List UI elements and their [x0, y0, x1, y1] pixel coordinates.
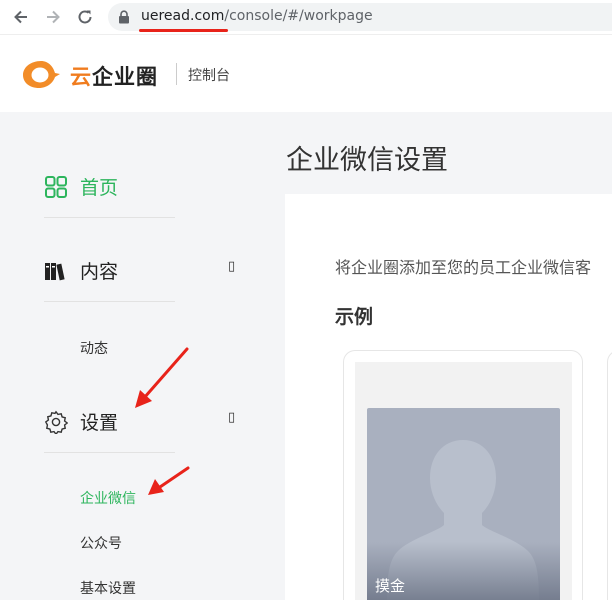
description-text: 将企业圈添加至您的员工企业微信客	[335, 258, 592, 277]
example-name: 摸金	[375, 577, 406, 595]
sidebar-item-label: 内容	[80, 261, 119, 283]
logo[interactable]	[20, 57, 62, 95]
example-phone-card: 摸金	[343, 350, 583, 600]
sidebar-item-label: 首页	[80, 177, 119, 199]
content-card: 将企业圈添加至您的员工企业微信客 示例 摸金	[285, 194, 612, 600]
expand-icon[interactable]: ▯	[228, 259, 235, 274]
sidebar-item-content[interactable]: 内容 ▯	[44, 257, 244, 284]
phone-screen: 摸金	[355, 362, 572, 600]
example-phone-card-2	[607, 350, 612, 600]
back-button[interactable]	[10, 6, 32, 28]
sidebar-divider	[44, 452, 175, 453]
url-path: /console/#/workpage	[224, 8, 373, 24]
page-title: 企业微信设置	[286, 145, 448, 176]
logo-swirl-icon	[23, 61, 60, 88]
expand-icon[interactable]: ▯	[228, 410, 235, 425]
sidebar-item-home[interactable]: 首页	[44, 173, 244, 200]
sidebar: 首页 内容 ▯ 动态 设置 ▯ 企业微信 公众号 基本设置	[0, 112, 270, 600]
logo-first-char: 云	[70, 65, 92, 89]
logo-text: 云企业圈	[70, 61, 158, 91]
address-bar[interactable]: ueread.com/console/#/workpage	[108, 3, 612, 31]
books-icon	[45, 262, 65, 280]
sidebar-item-settings[interactable]: 设置 ▯	[44, 408, 244, 435]
browser-toolbar: ueread.com/console/#/workpage	[0, 0, 612, 34]
sidebar-subitem-basic-settings[interactable]: 基本设置	[80, 578, 136, 598]
console-label: 控制台	[188, 68, 230, 84]
url-highlight-underline	[139, 29, 228, 32]
arrow-right-icon	[47, 10, 60, 24]
sidebar-item-label: 设置	[80, 412, 119, 434]
sidebar-divider	[44, 301, 175, 302]
lock-icon	[119, 10, 129, 24]
sidebar-subitem-feed[interactable]: 动态	[80, 338, 108, 358]
reload-button[interactable]	[74, 6, 96, 28]
url-text: ueread.com/console/#/workpage	[141, 8, 373, 24]
reload-icon	[78, 10, 92, 24]
example-heading: 示例	[335, 306, 374, 328]
header-divider	[176, 63, 177, 85]
url-host: ueread.com	[141, 8, 225, 24]
sidebar-divider	[44, 217, 175, 218]
forward-button[interactable]	[42, 6, 64, 28]
logo-rest: 企业圈	[92, 65, 158, 89]
arrow-left-icon	[14, 10, 27, 24]
grid-icon	[45, 175, 67, 198]
sidebar-subitem-official-account[interactable]: 公众号	[80, 533, 122, 553]
app-header: 云企业圈 控制台	[0, 34, 612, 112]
main-area: 首页 内容 ▯ 动态 设置 ▯ 企业微信 公众号 基本设置 企业微信设置 将企业…	[0, 112, 612, 600]
gear-icon	[44, 410, 68, 434]
avatar: 摸金	[367, 408, 560, 600]
sidebar-subitem-wework[interactable]: 企业微信	[80, 488, 136, 508]
